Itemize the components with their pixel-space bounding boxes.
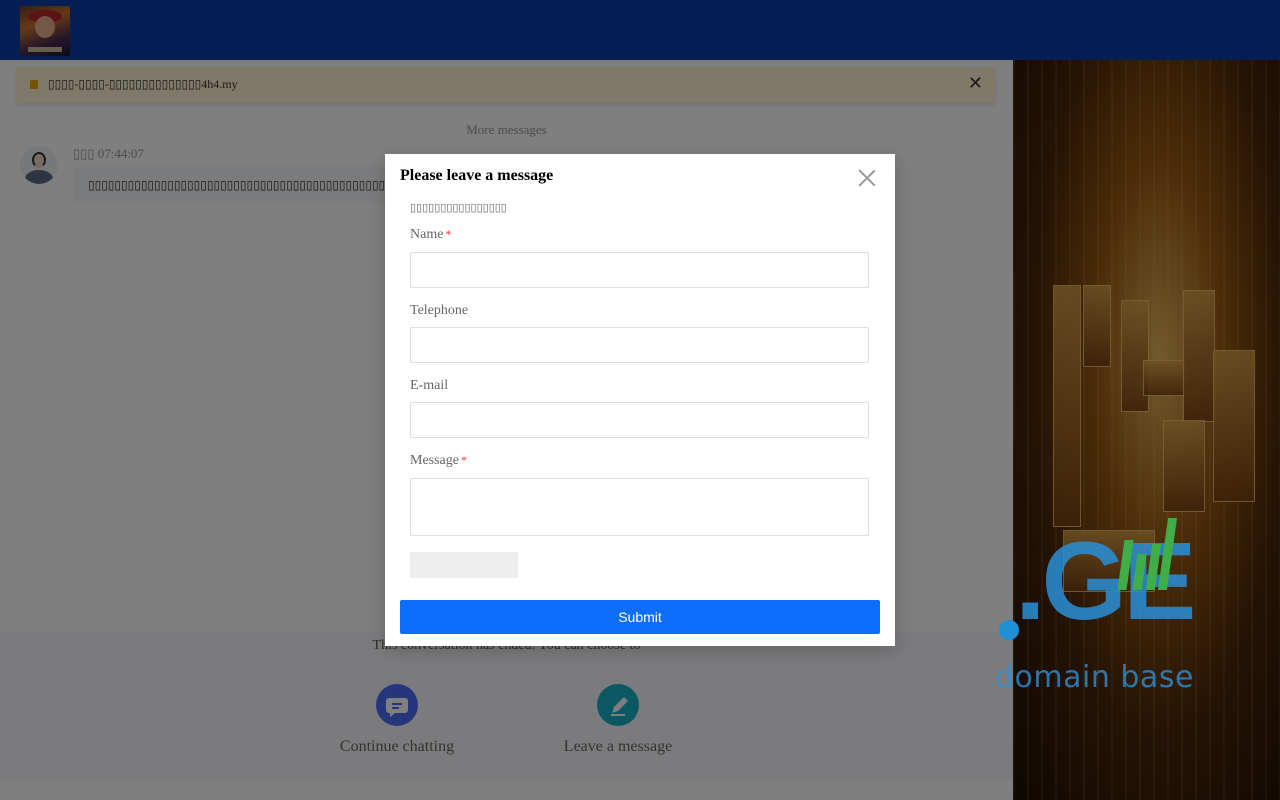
message-field[interactable]	[410, 478, 869, 536]
dialog-hint: ▯▯▯▯▯▯▯▯▯▯▯▯▯▯▯▯	[410, 202, 507, 214]
email-field[interactable]	[410, 402, 869, 438]
leave-message-dialog: Please leave a message ▯▯▯▯▯▯▯▯▯▯▯▯▯▯▯▯ …	[385, 154, 895, 646]
close-icon[interactable]	[855, 166, 879, 190]
telephone-field[interactable]	[410, 327, 869, 363]
captcha-image[interactable]	[410, 552, 518, 578]
name-label: Name *	[410, 227, 452, 242]
watermark-tagline: domain base	[995, 660, 1194, 695]
name-field[interactable]	[410, 252, 869, 288]
email-label: E-mail	[410, 378, 449, 393]
message-label: Message *	[410, 453, 467, 468]
dialog-title: Please leave a message	[400, 167, 554, 184]
submit-button[interactable]: Submit	[400, 600, 880, 634]
required-mark: *	[445, 227, 452, 241]
telephone-label: Telephone	[410, 303, 469, 318]
required-mark: *	[461, 453, 467, 467]
domain-base-watermark: .GE domain base	[995, 510, 1196, 700]
